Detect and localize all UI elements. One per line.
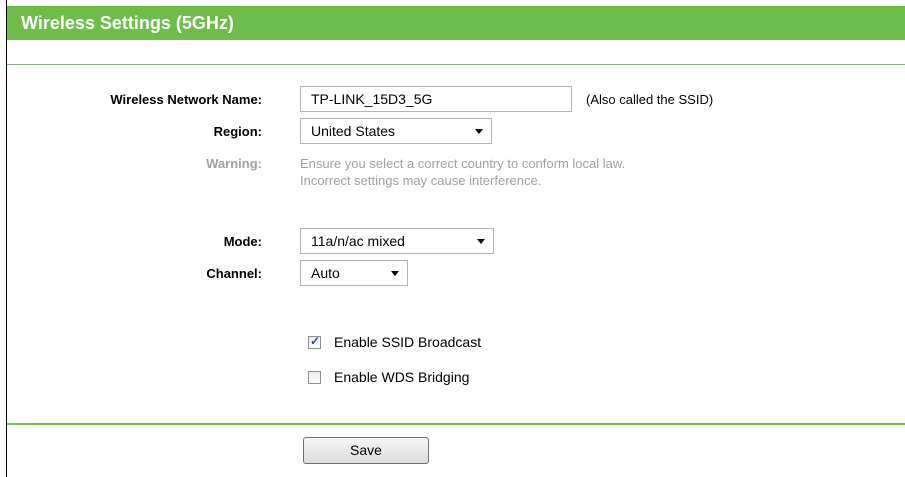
warning-text-line2: Incorrect settings may cause interferenc… (300, 173, 542, 188)
channel-select-value: Auto (311, 265, 340, 281)
page-title: Wireless Settings (5GHz) (7, 6, 905, 40)
ssid-broadcast-checkbox[interactable]: ✓ (308, 334, 321, 349)
wds-bridging-checkbox[interactable] (308, 371, 321, 384)
ssid-input[interactable]: TP-LINK_15D3_5G (300, 86, 572, 112)
checkmark-icon: ✓ (310, 334, 321, 348)
region-select[interactable]: United States (300, 118, 492, 144)
warning-label: Warning: (206, 156, 262, 171)
mode-select[interactable]: 11a/n/ac mixed (300, 228, 494, 254)
chevron-down-icon (475, 129, 483, 134)
mode-label: Mode: (223, 234, 262, 249)
wds-bridging-label: Enable WDS Bridging (334, 369, 470, 385)
header-divider (7, 64, 905, 65)
channel-select[interactable]: Auto (300, 260, 408, 286)
page-frame-border (6, 0, 7, 477)
region-select-value: United States (311, 123, 396, 139)
mode-select-value: 11a/n/ac mixed (311, 233, 405, 249)
channel-label: Channel: (206, 266, 262, 281)
chevron-down-icon (477, 239, 485, 244)
footer-divider (7, 423, 905, 425)
save-button[interactable]: Save (303, 437, 429, 464)
ssid-hint: (Also called the SSID) (586, 92, 714, 107)
warning-text-line1: Ensure you select a correct country to c… (300, 156, 626, 171)
chevron-down-icon (391, 271, 399, 276)
region-label: Region: (213, 124, 262, 139)
ssid-label: Wireless Network Name: (110, 92, 262, 107)
ssid-broadcast-label: Enable SSID Broadcast (334, 334, 482, 350)
